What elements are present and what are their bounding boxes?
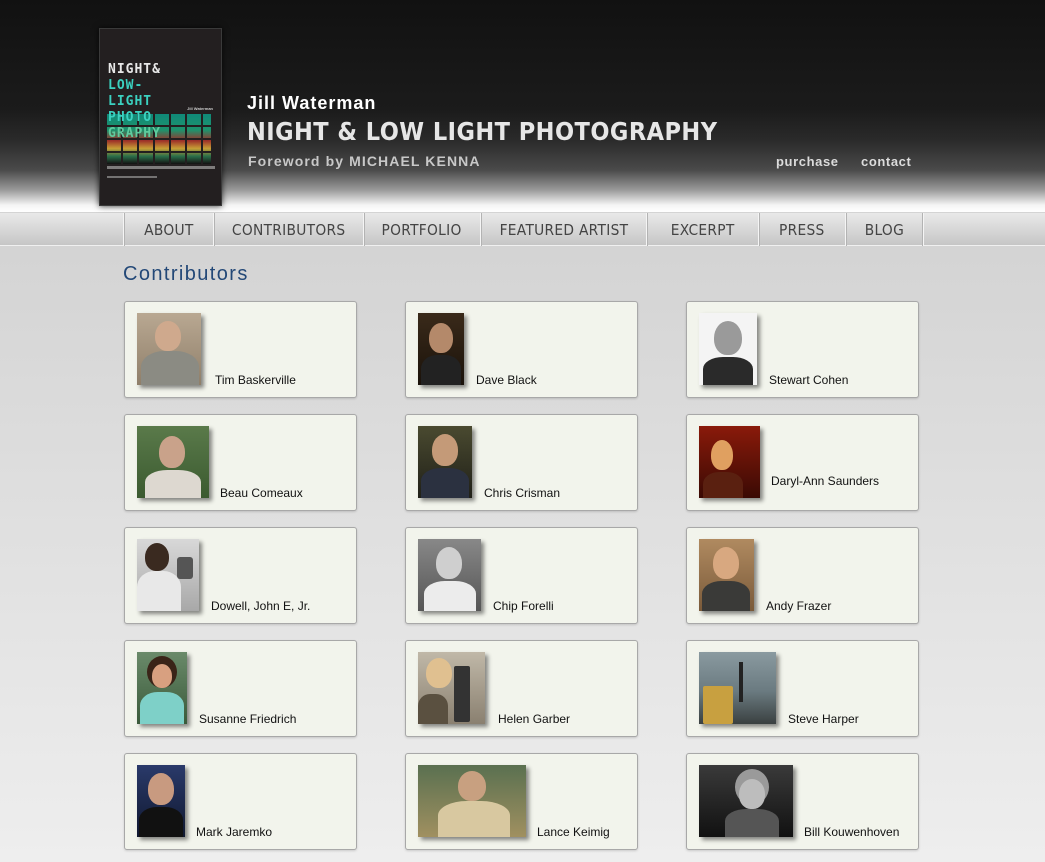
contributor-name[interactable]: Chip Forelli [493,599,554,613]
contributor-photo[interactable] [418,313,464,385]
site-header: NIGHT& LOW- LIGHT PHOTO GRAPHY Jill Wate… [0,0,1045,212]
nav-about[interactable]: ABOUT [123,213,213,246]
nav-featured-artist-label: FEATURED ARTIST [499,221,628,239]
nav-press[interactable]: PRESS [758,213,845,246]
book-cover-title-line: GRAPHY [108,126,161,141]
contributor-card[interactable]: Helen Garber [405,640,638,737]
contributor-photo[interactable] [699,313,757,385]
nav-about-label: ABOUT [143,221,194,239]
nav-excerpt-label: EXCERPT [670,221,735,239]
nav-blog-label: BLOG [864,221,904,239]
contributor-card[interactable]: Andy Frazer [686,527,919,624]
contributor-name[interactable]: Daryl-Ann Saunders [771,474,879,488]
contributor-photo[interactable] [418,426,472,498]
book-cover-title-line: PHOTO [108,110,153,125]
contributor-card[interactable]: Chip Forelli [405,527,638,624]
contributor-card[interactable]: Bill Kouwenhoven [686,753,919,850]
contributor-photo[interactable] [699,426,760,498]
contributor-name[interactable]: Tim Baskerville [215,373,296,387]
contributor-photo[interactable] [699,765,793,837]
nav-featured-artist[interactable]: FEATURED ARTIST [480,213,646,246]
contributor-name[interactable]: Beau Comeaux [220,486,303,500]
book-cover-foreword-decoration [107,176,157,178]
contributor-name[interactable]: Chris Crisman [484,486,560,500]
contributor-photo[interactable] [418,539,481,611]
contributor-photo[interactable] [418,652,485,724]
nav-contributors[interactable]: CONTRIBUTORS [213,213,363,246]
contributor-photo[interactable] [699,539,754,611]
contributor-card[interactable]: Steve Harper [686,640,919,737]
contributor-name[interactable]: Andy Frazer [766,599,831,613]
contact-link[interactable]: contact [861,154,911,169]
book-cover-title-line: LOW- [108,78,144,93]
contributor-name[interactable]: Bill Kouwenhoven [804,825,899,839]
contributor-card[interactable]: Dowell, John E, Jr. [124,527,357,624]
contributor-photo[interactable] [137,539,199,611]
contributor-photo[interactable] [418,765,526,837]
contributor-name[interactable]: Helen Garber [498,712,570,726]
foreword-credit: Foreword by MICHAEL KENNA [248,153,481,169]
contributor-photo[interactable] [137,313,201,385]
contributor-card[interactable]: Chris Crisman [405,414,638,511]
contributor-card[interactable]: Beau Comeaux [124,414,357,511]
nav-divider [922,213,923,246]
purchase-link[interactable]: purchase [776,154,839,169]
contributor-card[interactable]: Mark Jaremko [124,753,357,850]
contributor-card[interactable]: Daryl-Ann Saunders [686,414,919,511]
contributor-photo[interactable] [137,765,185,837]
author-name: Jill Waterman [247,93,377,113]
contributor-card[interactable]: Dave Black [405,301,638,398]
contributor-name[interactable]: Stewart Cohen [769,373,848,387]
contributor-name[interactable]: Mark Jaremko [196,825,272,839]
contributor-photo[interactable] [699,652,776,724]
contributor-photo[interactable] [137,652,187,724]
book-cover-title-line: NIGHT& [108,62,161,77]
contributor-card[interactable]: Tim Baskerville [124,301,357,398]
contributor-photo[interactable] [137,426,209,498]
nav-contributors-label: CONTRIBUTORS [231,221,346,239]
book-cover-subtitle-decoration [107,166,215,169]
book-cover-title-line: LIGHT [108,94,153,109]
contributor-name[interactable]: Susanne Friedrich [199,712,296,726]
contributor-card[interactable]: Lance Keimig [405,753,638,850]
page-heading: Contributors [123,263,249,285]
nav-excerpt[interactable]: EXCERPT [646,213,758,246]
contributor-card[interactable]: Stewart Cohen [686,301,919,398]
nav-blog[interactable]: BLOG [845,213,922,246]
nav-portfolio-label: PORTFOLIO [381,221,463,239]
main-nav: ABOUT CONTRIBUTORS PORTFOLIO FEATURED AR… [0,213,1045,246]
contributor-name[interactable]: Steve Harper [788,712,859,726]
nav-portfolio[interactable]: PORTFOLIO [363,213,480,246]
contributor-name[interactable]: Dowell, John E, Jr. [211,599,310,613]
book-cover-author: Jill Waterman [187,106,213,111]
contributor-name[interactable]: Lance Keimig [537,825,610,839]
contributor-card[interactable]: Susanne Friedrich [124,640,357,737]
book-cover-image[interactable]: NIGHT& LOW- LIGHT PHOTO GRAPHY Jill Wate… [99,28,222,206]
site-title: NIGHT & LOW LIGHT PHOTOGRAPHY [247,117,718,146]
contributor-name[interactable]: Dave Black [476,373,537,387]
nav-press-label: PRESS [779,221,825,239]
